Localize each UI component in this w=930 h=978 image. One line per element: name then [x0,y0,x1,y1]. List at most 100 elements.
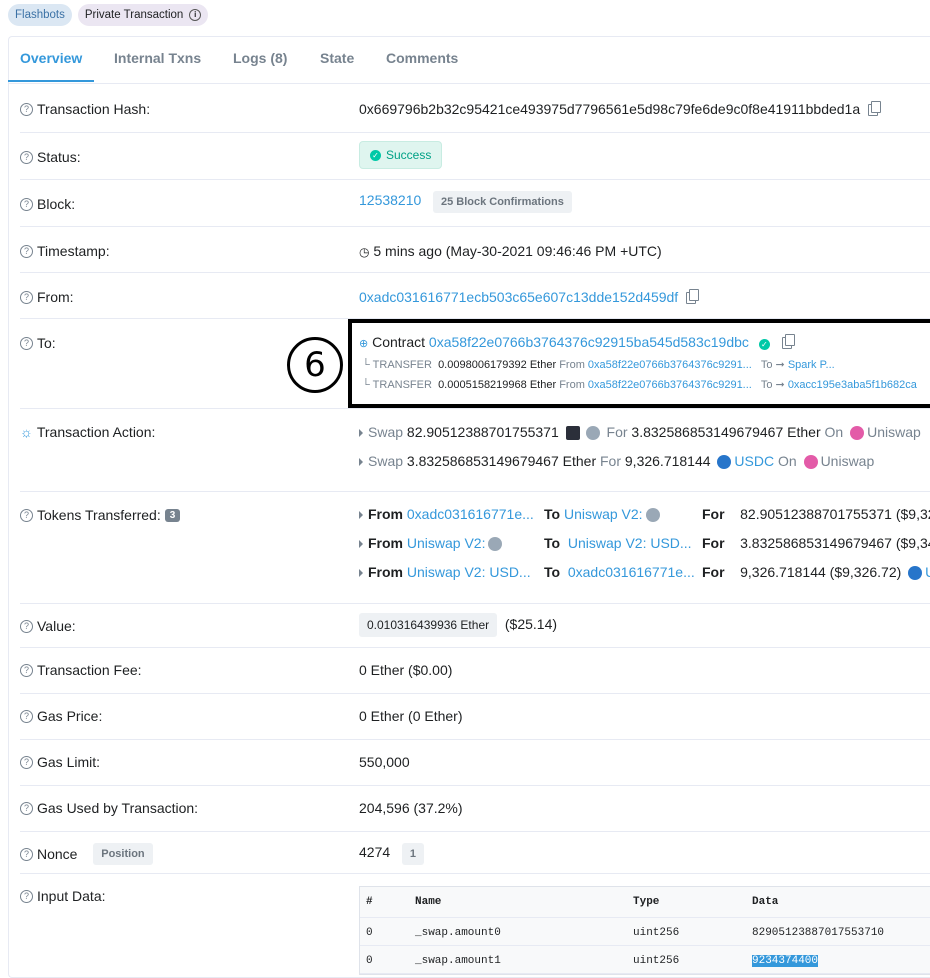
check-circle-icon: ✓ [370,149,381,161]
transaction-fee-value: 0 Ether ($0.00) [359,662,453,678]
help-icon[interactable]: ? [20,801,33,815]
token-to-link[interactable]: 0xadc031616771e... [568,564,695,580]
timestamp-value: 5 mins ago (May-30-2021 09:46:46 PM +UTC… [373,243,662,259]
token-icon [565,426,580,441]
table-row: 0 _swap.amount0 uint256 8290512388701755… [360,918,930,946]
help-icon[interactable]: ? [20,244,33,258]
help-icon[interactable]: ? [20,889,33,903]
label-gas-limit: Gas Limit: [37,754,101,770]
label-transaction-action: Transaction Action: [36,424,156,440]
private-transaction-label: Private Transaction [84,9,184,21]
label-value: Value: [37,618,76,634]
row-transaction-hash: ? Transaction Hash: 0x669796b2b32c95421ce… [20,86,930,133]
row-transaction-action: ☼ Transaction Action: Swap 82.90512388701… [20,408,930,492]
token-from-link[interactable]: Uniswap V2: USD... [407,564,531,580]
row-gas-price: ? Gas Price: 0 Ether (0 Ether) [20,693,930,740]
row-nonce: ? Nonce Position 4274 1 [20,831,930,874]
copy-icon[interactable] [686,289,700,305]
from-address-link[interactable]: 0xadc031616771ecb503c65e607c13dde152d459… [359,289,678,305]
label-timestamp: Timestamp: [37,243,110,259]
status-text: Success [386,148,432,162]
usdc-token-link[interactable]: USDC [734,453,774,469]
nonce-value: 4274 [359,844,391,860]
token-from-link[interactable]: Uniswap V2: [407,535,486,551]
token-transfer-3: From Uniswap V2: USD... [359,564,531,580]
usdc-icon [908,566,923,581]
row-transaction-fee: ? Transaction Fee: 0 Ether ($0.00) [20,647,930,694]
private-transaction-badge[interactable]: Private Transaction i [77,4,209,26]
token-count-badge: 3 [164,508,181,522]
uniswap-icon [850,426,865,441]
help-icon[interactable]: ? [20,197,33,211]
transaction-hash-value: 0x669796b2b32c95421ce493975d7796561e5d98… [359,101,861,117]
block-confirmations-badge: 25 Block Confirmations [432,191,572,213]
tab-logs[interactable]: Logs (8) [233,50,287,66]
position-value-badge: 1 [401,843,424,865]
row-gas-limit: ? Gas Limit: 550,000 [20,739,930,786]
help-icon[interactable]: ? [20,102,33,116]
token-from-link[interactable]: 0xadc031616771e... [407,506,534,522]
info-circle-icon[interactable]: i [189,9,202,21]
help-icon[interactable]: ? [20,336,33,350]
row-timestamp: ? Timestamp: ◷ 5 mins ago (May-30-2021 09… [20,226,930,273]
token-transfer-1: From 0xadc031616771e... [359,506,534,522]
label-gas-price: Gas Price: [37,708,103,724]
action-line-1: Swap 82.90512388701755371 For 3.83258685… [359,424,921,441]
position-label-badge: Position [93,843,153,865]
row-value: ? Value: 0.010316439936 Ether ($25.14) [20,603,930,648]
status-badge: ✓ Success [359,141,443,169]
label-status: Status: [37,149,81,165]
caret-right-icon [359,458,363,467]
caret-right-icon [359,429,363,438]
row-tokens-transferred: ? Tokens Transferred: 3 From 0xadc0316167… [20,491,930,604]
input-data-table: # Name Type Data 0 _swap.amount0 uint256… [359,886,930,975]
active-tab-indicator [8,80,94,82]
help-icon[interactable]: ? [20,619,33,633]
ufo-token-icon [488,537,503,552]
selected-data-cell[interactable]: 9234374400 [752,955,819,967]
annotation-number: 6 [287,337,343,393]
gas-used-value: 204,596 (37.2%) [359,800,463,816]
table-header-row: # Name Type Data [360,887,930,918]
gas-limit-value: 550,000 [359,754,410,770]
annotation-highlight-box [348,319,930,408]
help-icon[interactable]: ? [20,508,33,522]
row-status: ? Status: ✓ Success [20,132,930,180]
label-gas-used: Gas Used by Transaction: [37,800,199,816]
ufo-token-icon [645,508,660,523]
help-icon[interactable]: ? [20,150,33,164]
token-to-link[interactable]: Uniswap V2: [564,506,643,522]
row-from: ? From: 0xadc031616771ecb503c65e607c13dde… [20,272,930,319]
lightbulb-icon: ☼ [20,424,33,440]
usdc-icon [717,455,732,470]
tab-overview[interactable]: Overview [20,50,82,66]
label-transaction-fee: Transaction Fee: [37,662,142,678]
help-icon[interactable]: ? [20,290,33,304]
label-input-data: Input Data: [37,888,106,904]
label-nonce: Nonce [37,846,78,862]
copy-icon[interactable] [868,101,882,117]
help-icon[interactable]: ? [20,847,33,861]
label-tokens-transferred: Tokens Transferred: [37,507,161,523]
label-block: Block: [37,196,76,212]
label-transaction-hash: Transaction Hash: [37,101,151,117]
action-line-2: Swap 3.832586853149679467 Ether For 9,32… [359,453,874,470]
clock-icon: ◷ [359,245,370,259]
token-to-link[interactable]: Uniswap V2: USD... [568,535,692,551]
block-number-link[interactable]: 12538210 [359,192,421,208]
label-from: From: [37,289,74,305]
help-icon[interactable]: ? [20,755,33,769]
help-icon[interactable]: ? [20,663,33,677]
flashbots-badge[interactable]: Flashbots [8,4,72,26]
row-block: ? Block: 12538210 25 Block Confirmations [20,179,930,227]
tab-internal-txns[interactable]: Internal Txns [114,50,201,66]
help-icon[interactable]: ? [20,709,33,723]
tx-badges: Flashbots Private Transaction i [8,4,209,26]
ufo-token-icon [585,426,600,441]
tab-comments[interactable]: Comments [386,50,458,66]
token-transfer-2: From Uniswap V2: [359,535,505,552]
tab-bar: Overview Internal Txns Logs (8) State Co… [8,36,930,84]
tab-state[interactable]: State [320,50,354,66]
uniswap-icon [803,455,818,470]
row-gas-used: ? Gas Used by Transaction: 204,596 (37.2%… [20,785,930,832]
